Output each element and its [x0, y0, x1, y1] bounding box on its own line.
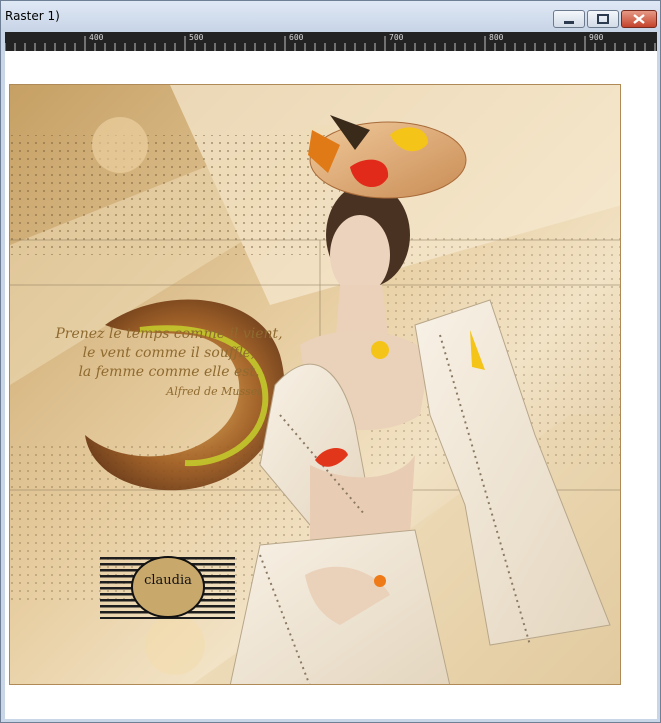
- quote-line-3: la femme comme elle est.: [78, 364, 260, 380]
- quote-text: Prenez le temps comme il vient, le vent …: [34, 325, 304, 401]
- bubble-2: [145, 615, 205, 675]
- maximize-icon: [597, 14, 609, 24]
- ruler-label-800: 800: [489, 33, 504, 42]
- ruler-label-500: 500: [189, 33, 204, 42]
- signature-badge: claudia: [100, 555, 235, 619]
- quote-line-2: le vent comme il souffle,: [82, 345, 256, 361]
- ruler-label-600: 600: [289, 33, 304, 42]
- ruler-label-400: 400: [89, 33, 104, 42]
- close-icon: [633, 14, 645, 24]
- close-button[interactable]: [621, 10, 657, 28]
- quote-author: Alfred de Musset: [166, 385, 262, 398]
- horizontal-ruler: 400 500 600 700 800 900: [5, 32, 657, 51]
- artwork: Prenez le temps comme il vient, le vent …: [9, 84, 621, 685]
- image-window: Raster 1) 400 500 600 700 800 900 Prenez…: [0, 0, 661, 723]
- maximize-button[interactable]: [587, 10, 619, 28]
- bubble: [92, 117, 148, 173]
- window-title: Raster 1): [5, 9, 60, 23]
- quote-line-1: Prenez le temps comme il vient,: [55, 326, 283, 342]
- minimize-icon: [564, 21, 574, 24]
- ruler-label-700: 700: [389, 33, 404, 42]
- minimize-button[interactable]: [553, 10, 585, 28]
- dot-texture: [10, 135, 340, 255]
- ruler-label-900: 900: [589, 33, 604, 42]
- image-canvas[interactable]: Prenez le temps comme il vient, le vent …: [5, 51, 657, 719]
- signature-text: claudia: [144, 573, 192, 588]
- title-bar[interactable]: Raster 1): [1, 1, 660, 31]
